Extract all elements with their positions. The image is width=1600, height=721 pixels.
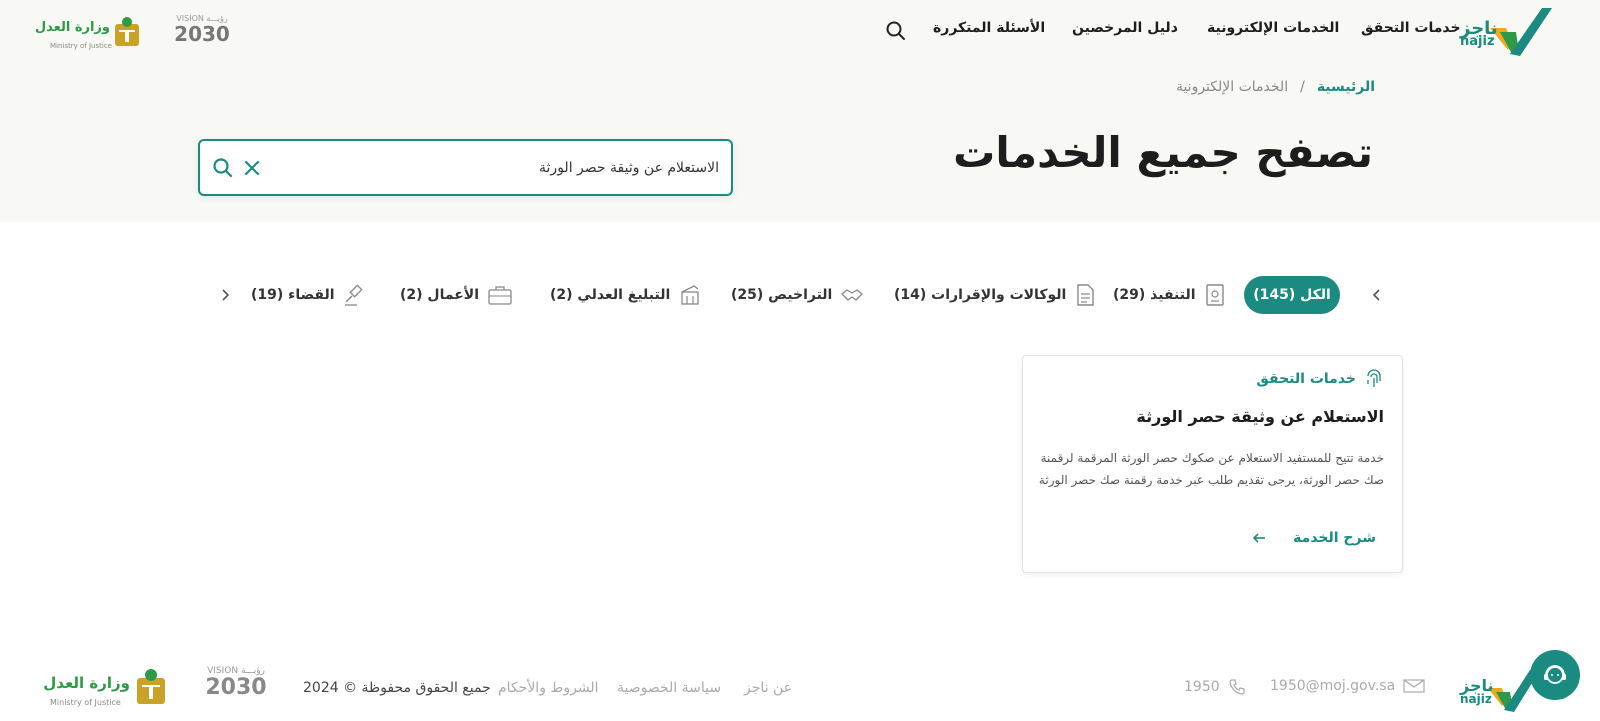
handshake-icon <box>841 289 864 301</box>
footer-phone-label: 1950 <box>1184 679 1220 695</box>
footer-link-privacy[interactable]: سياسة الخصوصية <box>617 680 721 696</box>
support-chat-button[interactable] <box>1530 650 1580 700</box>
phone-icon <box>1229 679 1245 695</box>
footer-phone[interactable]: 1950 <box>1184 678 1246 696</box>
footer-moj-name-ar: وزارة العدل <box>43 674 130 692</box>
document-icon <box>1077 284 1094 306</box>
tab-power-of-attorney[interactable]: الوكالات والإقرارات (14) <box>894 276 1096 314</box>
vision-year: 2030 <box>174 22 230 46</box>
footer-email[interactable]: 1950@moj.gov.sa <box>1270 678 1425 694</box>
moj-logo: وزارة العدل Ministry of Justice <box>35 14 142 54</box>
notification-building-icon <box>681 285 699 305</box>
tab-power-of-attorney-label: الوكالات والإقرارات (14) <box>894 287 1067 303</box>
service-explanation-link[interactable]: شرح الخدمة <box>1251 530 1376 546</box>
briefcase-icon <box>488 286 512 305</box>
nav-faq[interactable]: الأسئلة المتكررة <box>933 20 1045 36</box>
service-search-input[interactable] <box>289 153 719 183</box>
service-card-category: خدمات التحقق <box>1256 368 1384 390</box>
tab-enforcement-label: التنفيذ (29) <box>1113 287 1196 303</box>
footer-copyright: جميع الحقوق محفوظة © 2024 <box>303 680 491 696</box>
breadcrumb-current: الخدمات الإلكترونية <box>1175 79 1289 95</box>
tab-licenses-label: التراخيص (25) <box>731 287 833 303</box>
tabs-next-chevron-icon[interactable] <box>217 287 233 303</box>
mail-icon <box>1403 679 1425 693</box>
tab-licenses[interactable]: التراخيص (25) <box>731 276 864 314</box>
service-card[interactable]: خدمات التحقق الاستعلام عن وثيقة حصر الور… <box>1022 355 1403 573</box>
nav-licensees-guide[interactable]: دليل المرخصين <box>1072 20 1178 36</box>
tab-judiciary-label: القضاء (19) <box>251 287 335 303</box>
najiz-logo[interactable]: ناجز najiz <box>1460 6 1552 56</box>
footer-moj-emblem-icon <box>137 669 165 704</box>
footer-link-terms[interactable]: الشروط والأحكام <box>498 680 598 696</box>
arrow-left-icon <box>1253 533 1266 543</box>
breadcrumb-home[interactable]: الرئيسية <box>1317 79 1375 95</box>
breadcrumb: الرئيسية / الخدمات الإلكترونية <box>1176 79 1375 95</box>
tabs-prev-chevron-icon[interactable] <box>1369 287 1385 303</box>
gavel-icon <box>344 284 363 306</box>
najiz-logo-en: najiz <box>1460 34 1495 49</box>
enforcement-icon <box>1205 284 1224 306</box>
service-explanation-label: شرح الخدمة <box>1293 530 1376 546</box>
tab-all[interactable]: الكل (145) <box>1244 276 1340 314</box>
footer-moj-name-en: Ministry of Justice <box>50 698 121 707</box>
footer-najiz-logo[interactable]: ناجز najiz <box>1460 666 1540 712</box>
tab-judiciary[interactable]: القضاء (19) <box>251 276 367 314</box>
footer-link-about[interactable]: عن ناجز <box>744 680 792 696</box>
moj-name-en: Ministry of Justice <box>50 42 112 50</box>
service-card-category-label: خدمات التحقق <box>1256 371 1356 387</box>
tab-judicial-notification-label: التبليغ العدلي (2) <box>550 287 671 303</box>
nav-verification-services[interactable]: خدمات التحقق <box>1361 20 1461 36</box>
fingerprint-icon <box>1367 369 1381 387</box>
tab-judicial-notification[interactable]: التبليغ العدلي (2) <box>550 276 702 314</box>
service-card-title: الاستعلام عن وثيقة حصر الورثة <box>1136 407 1384 426</box>
tab-business-label: الأعمال (2) <box>400 287 480 303</box>
service-card-description: خدمة تتيح للمستفيد الاستعلام عن صكوك حصر… <box>1038 451 1384 487</box>
moj-emblem-icon <box>115 17 139 46</box>
breadcrumb-separator: / <box>1300 79 1305 95</box>
nav-e-services[interactable]: الخدمات الإلكترونية <box>1207 20 1339 36</box>
footer-vision-year: 2030 <box>205 675 267 700</box>
footer-vision-2030-logo: VISION رؤيـــة 2030 <box>201 666 271 710</box>
tab-enforcement[interactable]: التنفيذ (29) <box>1113 276 1226 314</box>
footer-email-label: 1950@moj.gov.sa <box>1270 678 1396 694</box>
moj-name-ar: وزارة العدل <box>34 20 110 35</box>
service-search-box <box>198 139 733 196</box>
tab-business[interactable]: الأعمال (2) <box>400 276 513 314</box>
page-title: تصفح جميع الخدمات <box>953 128 1373 177</box>
clear-search-icon[interactable] <box>242 158 262 178</box>
vision-2030-logo: VISION رؤيـــة 2030 <box>172 14 232 52</box>
header-search-icon[interactable] <box>885 20 907 42</box>
footer-najiz-en: najiz <box>1460 692 1492 706</box>
search-submit-icon[interactable] <box>212 157 234 179</box>
support-agent-icon <box>1544 665 1566 684</box>
footer-moj-logo: وزارة العدل Ministry of Justice <box>43 666 168 712</box>
